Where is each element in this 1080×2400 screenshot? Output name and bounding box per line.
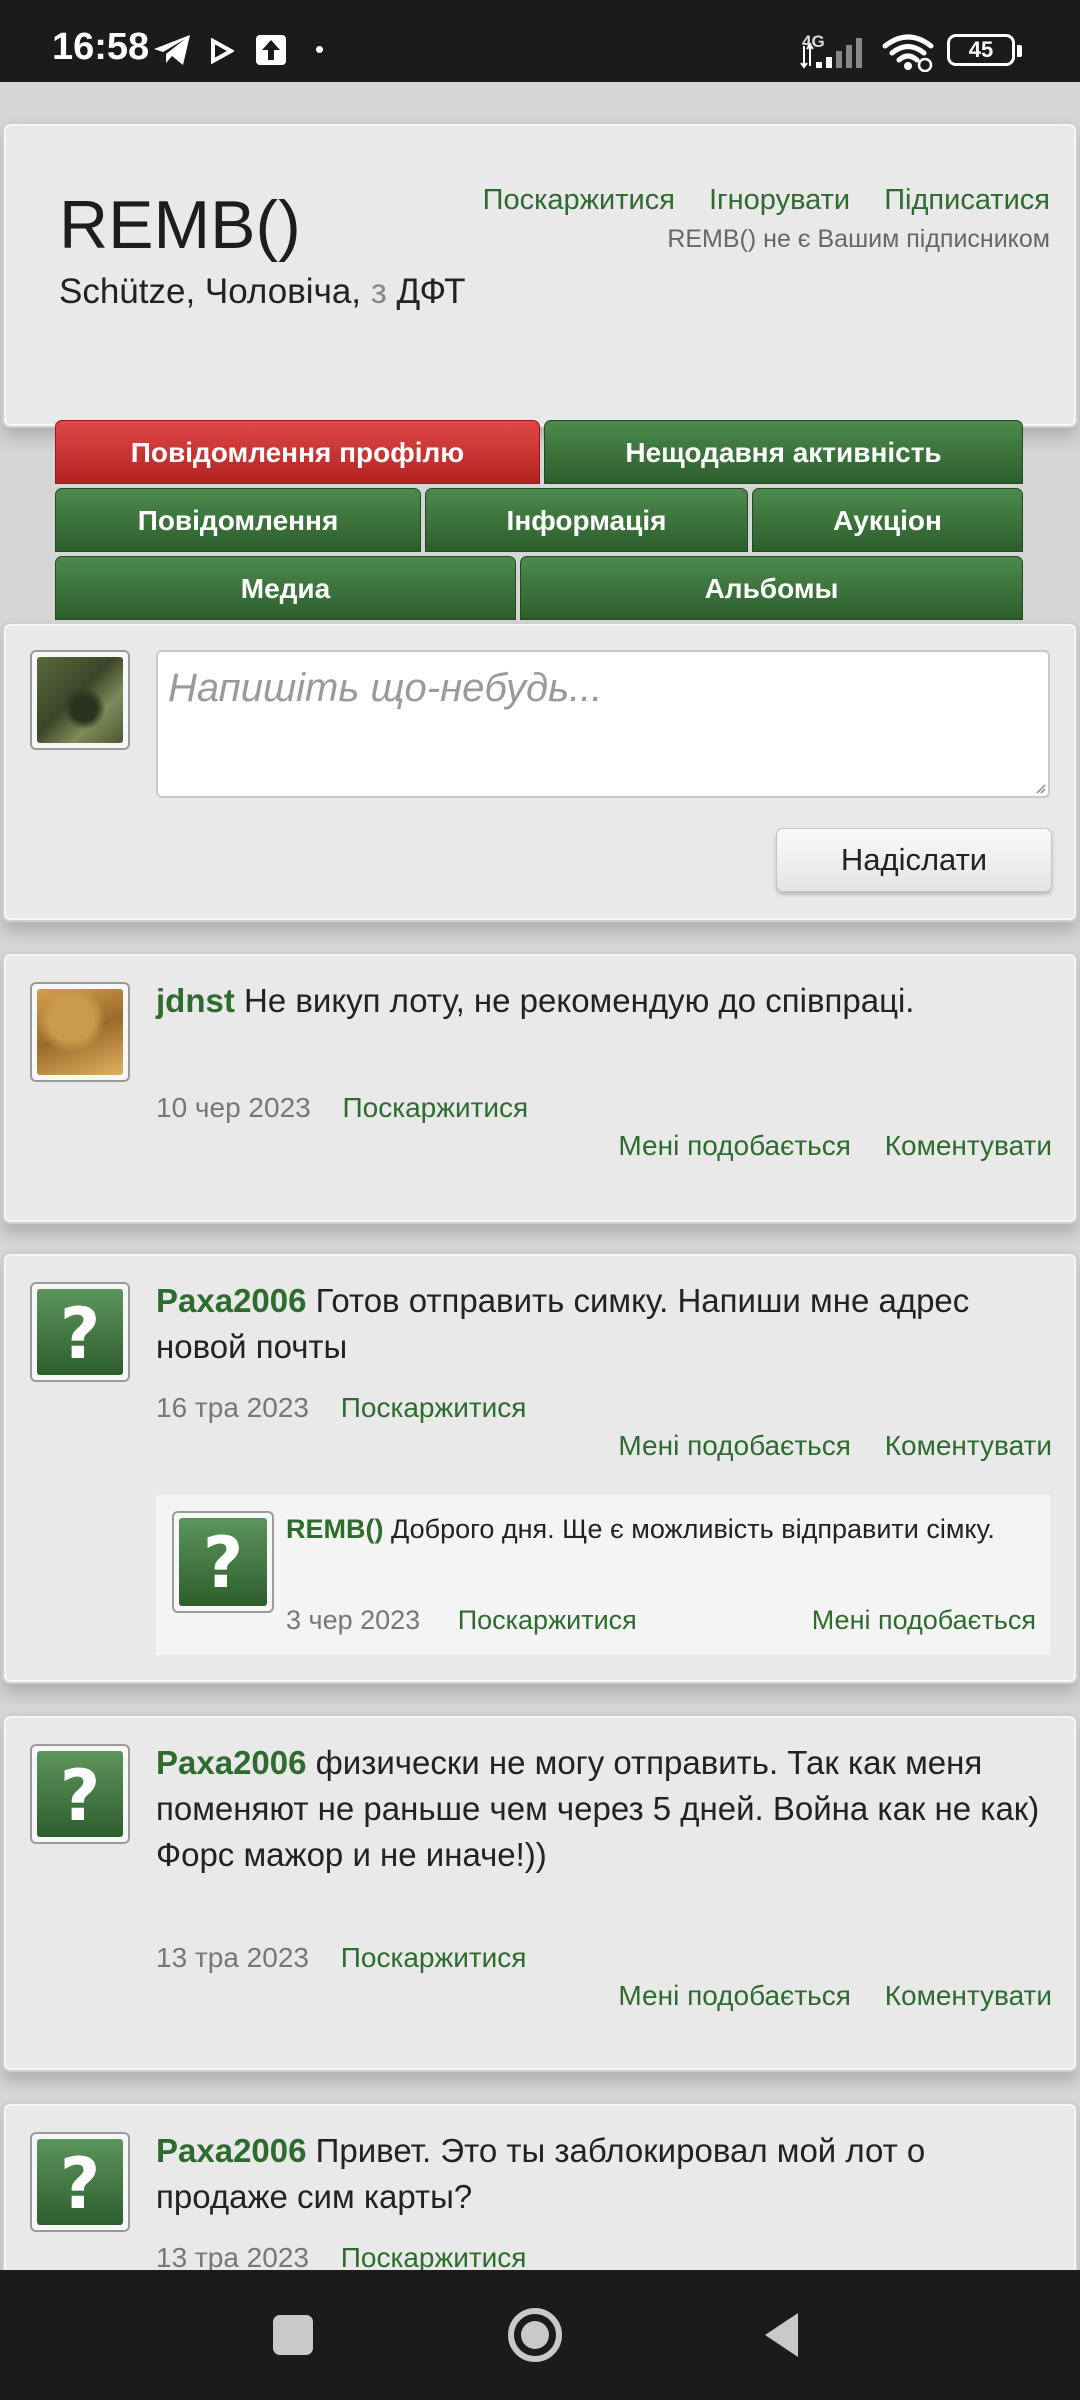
tab-auction[interactable]: Аукціон	[752, 488, 1023, 552]
resize-handle-icon[interactable]	[1034, 782, 1046, 794]
comment-date: 3 чер 2023	[286, 1605, 421, 1635]
profile-location: ДФТ	[396, 272, 466, 311]
post-message: Paxa2006 Привет. Это ты заблокировал мой…	[156, 2128, 1056, 2220]
follow-status-note: REMB() не є Вашим підписником	[667, 225, 1050, 253]
default-avatar-icon: ?	[37, 2139, 123, 2225]
post-avatar[interactable]: ?	[30, 1282, 130, 1382]
profile-subtitle: Schütze, Чоловіча, з ДФТ	[59, 272, 466, 312]
comment-link[interactable]: Коментувати	[885, 1130, 1052, 1161]
status-time: 16:58	[52, 26, 150, 68]
report-link[interactable]: Поскаржитися	[341, 1392, 527, 1423]
current-user-avatar	[30, 650, 130, 750]
status-input-placeholder: Напишіть що-небудь...	[168, 666, 603, 710]
status-bar: 16:58 4G 45	[0, 0, 1080, 82]
like-link[interactable]: Мені подобається	[618, 1130, 851, 1161]
profile-name: REMB()	[59, 187, 301, 263]
post-text-line2: Форс мажор и не иначе!))	[156, 1836, 547, 1873]
avatar-image	[37, 989, 123, 1075]
home-icon[interactable]	[506, 2306, 564, 2364]
tab-albums[interactable]: Альбомы	[520, 556, 1023, 620]
comment-meta: 3 чер 2023 Поскаржитися	[286, 1605, 637, 1636]
wifi-icon	[882, 34, 934, 72]
comment-message: REMB() Доброго дня. Ще є можливість відп…	[286, 1509, 1026, 1549]
like-link[interactable]: Мені подобається	[618, 1980, 851, 2011]
avatar-image	[37, 657, 123, 743]
post-meta: 13 тра 2023 Поскаржитися	[156, 2242, 526, 2270]
battery-icon: 45	[947, 34, 1022, 66]
report-link[interactable]: Поскаржитися	[458, 1605, 637, 1635]
recents-icon[interactable]	[270, 2312, 316, 2358]
profile-header: REMB() Schütze, Чоловіча, з ДФТ Поскаржи…	[2, 122, 1078, 428]
default-avatar-icon: ?	[37, 1289, 123, 1375]
report-profile-link[interactable]: Поскаржитися	[483, 184, 675, 216]
navigation-bar	[0, 2270, 1080, 2400]
status-input[interactable]: Напишіть що-небудь...	[156, 650, 1050, 798]
report-link[interactable]: Поскаржитися	[341, 1942, 527, 1973]
post-avatar[interactable]: ?	[30, 1744, 130, 1844]
report-link[interactable]: Поскаржитися	[341, 2242, 527, 2270]
profile-from-word: з	[370, 272, 387, 311]
like-link[interactable]: Мені подобається	[618, 1430, 851, 1461]
post-meta: 10 чер 2023 Поскаржитися	[156, 1092, 528, 1124]
comment-avatar[interactable]: ?	[172, 1511, 274, 1613]
default-avatar-icon: ?	[179, 1518, 267, 1606]
post-actions: Мені подобається Коментувати	[592, 1430, 1052, 1462]
post-date: 13 тра 2023	[156, 2242, 309, 2270]
comment-link[interactable]: Коментувати	[885, 1430, 1052, 1461]
battery-level: 45	[968, 37, 994, 62]
post-author[interactable]: Paxa2006	[156, 1744, 306, 1781]
comment-author[interactable]: REMB()	[286, 1514, 383, 1544]
post-text: Не викуп лоту, не рекомендую до співпрац…	[244, 982, 915, 1019]
post-meta: 13 тра 2023 Поскаржитися	[156, 1942, 526, 1974]
page-content[interactable]: REMB() Schütze, Чоловіча, з ДФТ Поскаржи…	[0, 82, 1080, 2270]
report-link[interactable]: Поскаржитися	[343, 1092, 529, 1123]
post-date: 16 тра 2023	[156, 1392, 309, 1423]
post-author[interactable]: Paxa2006	[156, 1282, 306, 1319]
submit-button[interactable]: Надіслати	[776, 828, 1052, 892]
post-date: 10 чер 2023	[156, 1092, 311, 1123]
post-avatar[interactable]	[30, 982, 130, 1082]
post-author[interactable]: Paxa2006	[156, 2132, 306, 2169]
post-message: jdnst Не викуп лоту, не рекомендую до сп…	[156, 978, 1056, 1024]
post-actions: Мені подобається Коментувати	[592, 1130, 1052, 1162]
post-author[interactable]: jdnst	[156, 982, 235, 1019]
telegram-icon	[154, 35, 190, 65]
follow-link[interactable]: Підписатися	[884, 184, 1050, 216]
play-icon	[211, 38, 234, 64]
tab-media[interactable]: Медиа	[55, 556, 516, 620]
comment-text: Доброго дня. Ще є можливість відправити …	[391, 1514, 995, 1544]
comment: ? REMB() Доброго дня. Ще є можливість ві…	[156, 1495, 1050, 1655]
like-link[interactable]: Мені подобається	[812, 1605, 1036, 1636]
notification-dot	[316, 46, 323, 53]
post-actions: Мені подобається Коментувати	[592, 1980, 1052, 2012]
tab-messages[interactable]: Повідомлення	[55, 488, 421, 552]
ignore-link[interactable]: Ігнорувати	[709, 184, 850, 216]
post-meta: 16 тра 2023 Поскаржитися	[156, 1392, 526, 1424]
tab-information[interactable]: Інформація	[425, 488, 748, 552]
post-avatar[interactable]: ?	[30, 2132, 130, 2232]
profile-title-gender: Schütze, Чоловіча,	[59, 272, 362, 311]
profile-actions: Поскаржитися Ігнорувати Підписатися	[457, 184, 1050, 217]
post-message: Paxa2006 Готов отправить симку. Напиши м…	[156, 1278, 1056, 1370]
signal-icon	[800, 38, 862, 69]
default-avatar-icon: ?	[37, 1751, 123, 1837]
upload-icon	[256, 35, 286, 65]
back-icon[interactable]	[760, 2310, 802, 2360]
tab-profile-posts[interactable]: Повідомлення профілю	[55, 420, 540, 484]
tab-recent-activity[interactable]: Нещодавня активність	[544, 420, 1023, 484]
post-date: 13 тра 2023	[156, 1942, 309, 1973]
post-message: Paxa2006 физически не могу отправить. Та…	[156, 1740, 1056, 1878]
comment-link[interactable]: Коментувати	[885, 1980, 1052, 2011]
